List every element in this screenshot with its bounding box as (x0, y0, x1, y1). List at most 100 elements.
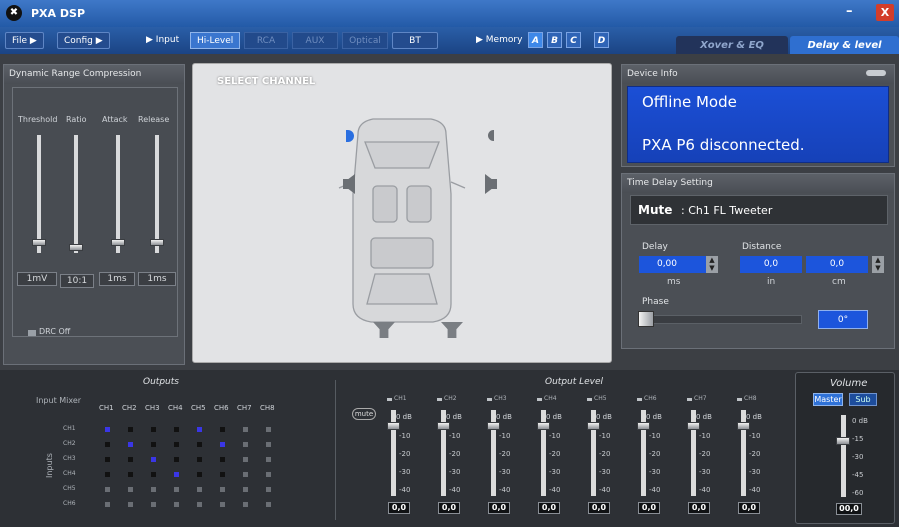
mixer-cell[interactable] (105, 457, 110, 462)
mixer-cell[interactable] (266, 487, 271, 492)
mixer-cell[interactable] (243, 427, 248, 432)
output-fader-handle[interactable] (637, 422, 650, 430)
tab-delay-level[interactable]: Delay & level (790, 36, 899, 55)
attack-slider-handle[interactable] (111, 239, 125, 246)
mixer-cell[interactable] (151, 502, 156, 507)
tab-xover-eq[interactable]: Xover & EQ (676, 36, 788, 55)
mixer-cell[interactable] (151, 457, 156, 462)
input-hi-level-button[interactable]: Hi-Level (190, 32, 241, 49)
mixer-cell[interactable] (151, 487, 156, 492)
delay-stepper[interactable]: ▲ ▼ (706, 256, 718, 273)
mixer-cell[interactable] (266, 472, 271, 477)
mixer-cell[interactable] (197, 427, 202, 432)
input-bt-button[interactable]: BT (392, 32, 438, 49)
release-slider-track[interactable] (155, 135, 159, 253)
time-delay-title: Time Delay Setting (622, 174, 894, 193)
mixer-cell[interactable] (220, 457, 225, 462)
mixer-cell[interactable] (174, 472, 179, 477)
mixer-cell[interactable] (243, 502, 248, 507)
minimize-button[interactable]: – (846, 4, 853, 19)
mixer-cell[interactable] (105, 427, 110, 432)
fr-tweeter-icon[interactable] (488, 130, 494, 141)
memory-d-button[interactable]: D (594, 32, 609, 48)
mixer-cell[interactable] (174, 427, 179, 432)
threshold-slider-handle[interactable] (32, 239, 46, 246)
mixer-cell[interactable] (174, 442, 179, 447)
mixer-cell[interactable] (197, 472, 202, 477)
mixer-cell[interactable] (266, 427, 271, 432)
mixer-cell[interactable] (220, 427, 225, 432)
mixer-cell[interactable] (151, 442, 156, 447)
output-fader-handle[interactable] (537, 422, 550, 430)
mixer-cell[interactable] (220, 442, 225, 447)
mixer-cell[interactable] (220, 502, 225, 507)
mixer-cell[interactable] (128, 457, 133, 462)
mixer-cell[interactable] (174, 502, 179, 507)
mixer-cell[interactable] (151, 472, 156, 477)
config-menu[interactable]: Config ▶ (57, 32, 110, 49)
memory-menu[interactable]: ▶ Memory (470, 32, 528, 49)
mixer-cell[interactable] (105, 472, 110, 477)
volume-slider-handle[interactable] (836, 437, 850, 445)
mixer-cell[interactable] (243, 472, 248, 477)
mixer-cell[interactable] (197, 442, 202, 447)
memory-b-button[interactable]: B (547, 32, 562, 48)
mixer-cell[interactable] (220, 472, 225, 477)
output-fader-handle[interactable] (387, 422, 400, 430)
fader-tick: -30 (649, 468, 661, 476)
input-aux-button[interactable]: AUX (292, 32, 338, 49)
delay-input[interactable]: 0,00 (639, 256, 707, 273)
mute-button[interactable]: mute (352, 408, 376, 420)
threshold-slider-track[interactable] (37, 135, 41, 253)
output-fader-handle[interactable] (487, 422, 500, 430)
mixer-cell[interactable] (243, 457, 248, 462)
distance-in-input[interactable]: 0,0 (740, 256, 802, 273)
volume-slider-track[interactable] (841, 415, 846, 497)
mixer-cell[interactable] (128, 427, 133, 432)
master-button[interactable]: Master (813, 393, 843, 406)
mixer-cell[interactable] (105, 487, 110, 492)
drc-toggle-checkbox[interactable] (28, 330, 36, 336)
mixer-col-2: CH2 (122, 404, 137, 412)
attack-slider-track[interactable] (116, 135, 120, 253)
memory-c-button[interactable]: C (566, 32, 581, 48)
distance-stepper[interactable]: ▲ ▼ (872, 256, 884, 273)
close-button[interactable]: X (876, 4, 894, 21)
ratio-slider-track[interactable] (74, 135, 78, 253)
mixer-cell[interactable] (128, 472, 133, 477)
mixer-cell[interactable] (151, 427, 156, 432)
mixer-cell[interactable] (174, 487, 179, 492)
mixer-cell[interactable] (128, 487, 133, 492)
file-menu[interactable]: File ▶ (5, 32, 44, 49)
distance-cm-input[interactable]: 0,0 (806, 256, 868, 273)
memory-a-button[interactable]: A (528, 32, 543, 48)
mixer-cell[interactable] (105, 442, 110, 447)
mixer-cell[interactable] (128, 502, 133, 507)
input-rca-button[interactable]: RCA (244, 32, 288, 49)
mixer-cell[interactable] (243, 442, 248, 447)
phase-slider-track[interactable] (638, 315, 802, 324)
output-fader-handle[interactable] (737, 422, 750, 430)
mixer-cell[interactable] (197, 457, 202, 462)
output-fader-handle[interactable] (687, 422, 700, 430)
ratio-slider-handle[interactable] (69, 244, 83, 251)
output-fader-handle[interactable] (587, 422, 600, 430)
mixer-cell[interactable] (174, 457, 179, 462)
mixer-cell[interactable] (197, 502, 202, 507)
release-slider-handle[interactable] (150, 239, 164, 246)
mixer-cell[interactable] (128, 442, 133, 447)
mixer-cell[interactable] (266, 442, 271, 447)
mixer-cell[interactable] (266, 457, 271, 462)
mixer-cell[interactable] (220, 487, 225, 492)
phase-slider-handle[interactable] (638, 311, 654, 327)
mixer-cell[interactable] (105, 502, 110, 507)
mute-label[interactable]: Mute (638, 203, 672, 217)
input-optical-button[interactable]: Optical (342, 32, 388, 49)
input-menu[interactable]: ▶ Input (140, 32, 185, 49)
collapse-icon[interactable] (866, 70, 886, 76)
mixer-cell[interactable] (197, 487, 202, 492)
sub-button[interactable]: Sub (849, 393, 877, 406)
mixer-cell[interactable] (243, 487, 248, 492)
mixer-cell[interactable] (266, 502, 271, 507)
output-fader-handle[interactable] (437, 422, 450, 430)
